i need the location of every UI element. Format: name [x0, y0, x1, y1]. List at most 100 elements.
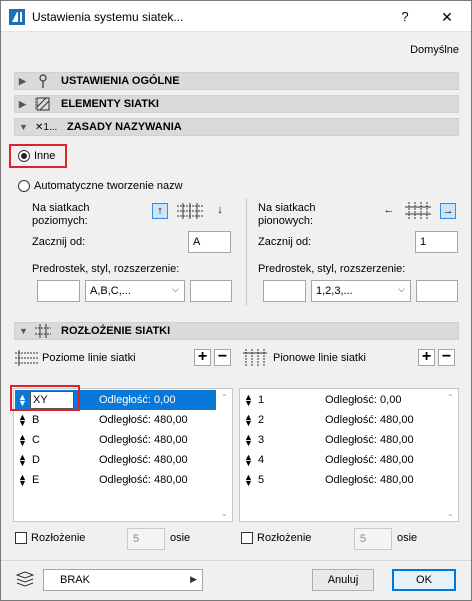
table-row[interactable]: ▲ ▼ 5 Odległość: 480,00 [241, 470, 442, 490]
horizontal-distribution-checkbox[interactable] [15, 532, 27, 544]
drag-handle-icon[interactable]: ▲ ▼ [244, 413, 253, 428]
naming-icon: ✕1... [35, 122, 58, 133]
row-distance: Odległość: 480,00 [99, 414, 188, 426]
drag-handle-icon[interactable]: ▲ ▼ [18, 473, 27, 488]
vertical-grid-icon[interactable] [405, 202, 431, 220]
vertical-axes-label: osie [397, 532, 418, 544]
collapse-arrow-icon: ▼ [19, 326, 28, 336]
horizontal-prefix-input[interactable] [37, 280, 80, 302]
table-row[interactable]: ▲ ▼ B Odległość: 480,00 [15, 410, 216, 430]
close-button[interactable]: ✕ [435, 6, 459, 28]
row-name: E [32, 474, 40, 486]
direction-right-button[interactable]: → [440, 203, 456, 219]
cancel-button[interactable]: Anuluj [312, 569, 374, 591]
defaults-button[interactable]: Domyślne [410, 44, 459, 56]
chevron-down-icon: ⌵ [172, 284, 179, 294]
row-distance: Odległość: 0,00 [325, 394, 402, 406]
horizontal-grid-icon[interactable] [177, 203, 203, 219]
grid-element-icon [35, 97, 50, 111]
row-distance: Odległość: 480,00 [325, 474, 414, 486]
direction-up-button[interactable]: ↑ [152, 203, 168, 219]
vertical-grids-label: Na siatkach pionowych: [258, 202, 316, 227]
add-horizontal-line-button[interactable]: + [194, 349, 211, 366]
drag-handle-icon[interactable]: ▲ ▼ [18, 433, 27, 448]
help-button[interactable]: ? [393, 6, 417, 28]
table-row[interactable]: ▲ ▼ 2 Odległość: 480,00 [241, 410, 442, 430]
horizontal-suffix-input[interactable] [190, 280, 232, 302]
table-row[interactable]: ▲ ▼ 1 Odległość: 0,00 [241, 390, 442, 410]
vertical-lines-title: Pionowe linie siatki [273, 352, 366, 364]
horizontal-prefix-label: Predrostek, styl, rozszerzenie: [32, 263, 180, 275]
horizontal-style-value: A,B,C,... [90, 285, 131, 297]
section-grid-elements[interactable]: ▶ ELEMENTY SIATKI [14, 95, 459, 113]
row-distance: Odległość: 480,00 [325, 454, 414, 466]
section-title: ELEMENTY SIATKI [61, 98, 159, 110]
drag-handle-icon[interactable]: ▲ ▼ [244, 433, 253, 448]
add-vertical-line-button[interactable]: + [418, 349, 435, 366]
section-grid-layout[interactable]: ▼ ROZŁOŻENIE SIATKI [14, 322, 459, 340]
vertical-distribution-checkbox[interactable] [241, 532, 253, 544]
radio-auto-naming[interactable] [18, 180, 30, 192]
horizontal-start-input[interactable]: A [188, 231, 231, 253]
row-name: 5 [258, 474, 265, 486]
section-naming-rules[interactable]: ▼ ✕1... ZASADY NAZYWANIA [14, 118, 459, 136]
title-bar: Ustawienia systemu siatek... ? ✕ [1, 1, 471, 32]
horizontal-lines-icon [15, 350, 39, 366]
window-title: Ustawienia systemu siatek... [32, 10, 184, 24]
vertical-prefix-input[interactable] [263, 280, 306, 302]
layer-select[interactable]: BRAK ▶ [43, 569, 203, 591]
vertical-lines-list[interactable]: ▲ ▼ 1 Odległość: 0,00 ▲ ▼ 2 Odległość: 480… [239, 388, 459, 522]
vertical-style-value: 1,2,3,... [316, 285, 353, 297]
grid-layout-icon [35, 324, 51, 338]
drag-handle-icon[interactable]: ▲ ▼ [18, 453, 27, 468]
horizontal-distribution-count[interactable]: 5 [127, 528, 165, 550]
vertical-distribution-count[interactable]: 5 [354, 528, 392, 550]
horizontal-distribution-label: Rozłożenie [31, 532, 86, 544]
row-distance: Odległość: 480,00 [99, 474, 188, 486]
table-row[interactable]: ▲ ▼ 4 Odległość: 480,00 [241, 450, 442, 470]
chevron-right-icon: ▶ [190, 574, 197, 584]
direction-left-button[interactable]: ← [381, 203, 397, 219]
scroll-up-icon[interactable]: ⌃ [447, 393, 454, 402]
drag-handle-icon[interactable]: ▲ ▼ [18, 413, 27, 428]
table-row[interactable]: ▲ ▼ D Odległość: 480,00 [15, 450, 216, 470]
vertical-suffix-input[interactable] [416, 280, 458, 302]
vertical-style-select[interactable]: 1,2,3,... ⌵ [311, 280, 411, 302]
scroll-up-icon[interactable]: ⌃ [221, 393, 228, 402]
scroll-down-icon[interactable]: ⌄ [447, 509, 454, 518]
section-general-settings[interactable]: ▶ USTAWIENIA OGÓLNE [14, 72, 459, 90]
horizontal-start-label: Zacznij od: [32, 236, 86, 248]
row-distance: Odległość: 0,00 [99, 394, 176, 406]
row-name: B [32, 414, 40, 426]
remove-vertical-line-button[interactable]: − [438, 349, 455, 366]
scroll-down-icon[interactable]: ⌄ [221, 509, 228, 518]
radio-auto-naming-label: Automatyczne tworzenie nazw [34, 180, 183, 192]
section-title: USTAWIENIA OGÓLNE [61, 75, 180, 87]
horizontal-axes-label: osie [170, 532, 191, 544]
vertical-start-input[interactable]: 1 [415, 231, 458, 253]
ok-button[interactable]: OK [392, 569, 456, 591]
divider [246, 198, 247, 306]
vertical-prefix-label: Predrostek, styl, rozszerzenie: [258, 263, 406, 275]
table-row[interactable]: ▲ ▼ C Odległość: 480,00 [15, 430, 216, 450]
pin-icon [39, 74, 47, 88]
row-name: 1 [258, 394, 265, 406]
table-row[interactable]: ▲ ▼ 3 Odległość: 480,00 [241, 430, 442, 450]
footer-divider [1, 560, 471, 561]
drag-handle-icon[interactable]: ▲ ▼ [244, 473, 253, 488]
collapse-arrow-icon: ▼ [19, 122, 28, 132]
drag-handle-icon[interactable]: ▲ ▼ [244, 453, 253, 468]
horizontal-grids-label: Na siatkach poziomych: [32, 202, 90, 227]
row-name: 3 [258, 434, 265, 446]
highlight-box [10, 385, 80, 411]
row-distance: Odległość: 480,00 [99, 454, 188, 466]
radio-other[interactable] [18, 150, 30, 162]
horizontal-style-select[interactable]: A,B,C,... ⌵ [85, 280, 185, 302]
row-name: D [32, 454, 40, 466]
drag-handle-icon[interactable]: ▲ ▼ [244, 393, 253, 408]
direction-down-button[interactable]: ↓ [212, 203, 228, 219]
table-row[interactable]: ▲ ▼ E Odległość: 480,00 [15, 470, 216, 490]
expand-arrow-icon: ▶ [19, 76, 26, 86]
remove-horizontal-line-button[interactable]: − [214, 349, 231, 366]
row-distance: Odległość: 480,00 [99, 434, 188, 446]
